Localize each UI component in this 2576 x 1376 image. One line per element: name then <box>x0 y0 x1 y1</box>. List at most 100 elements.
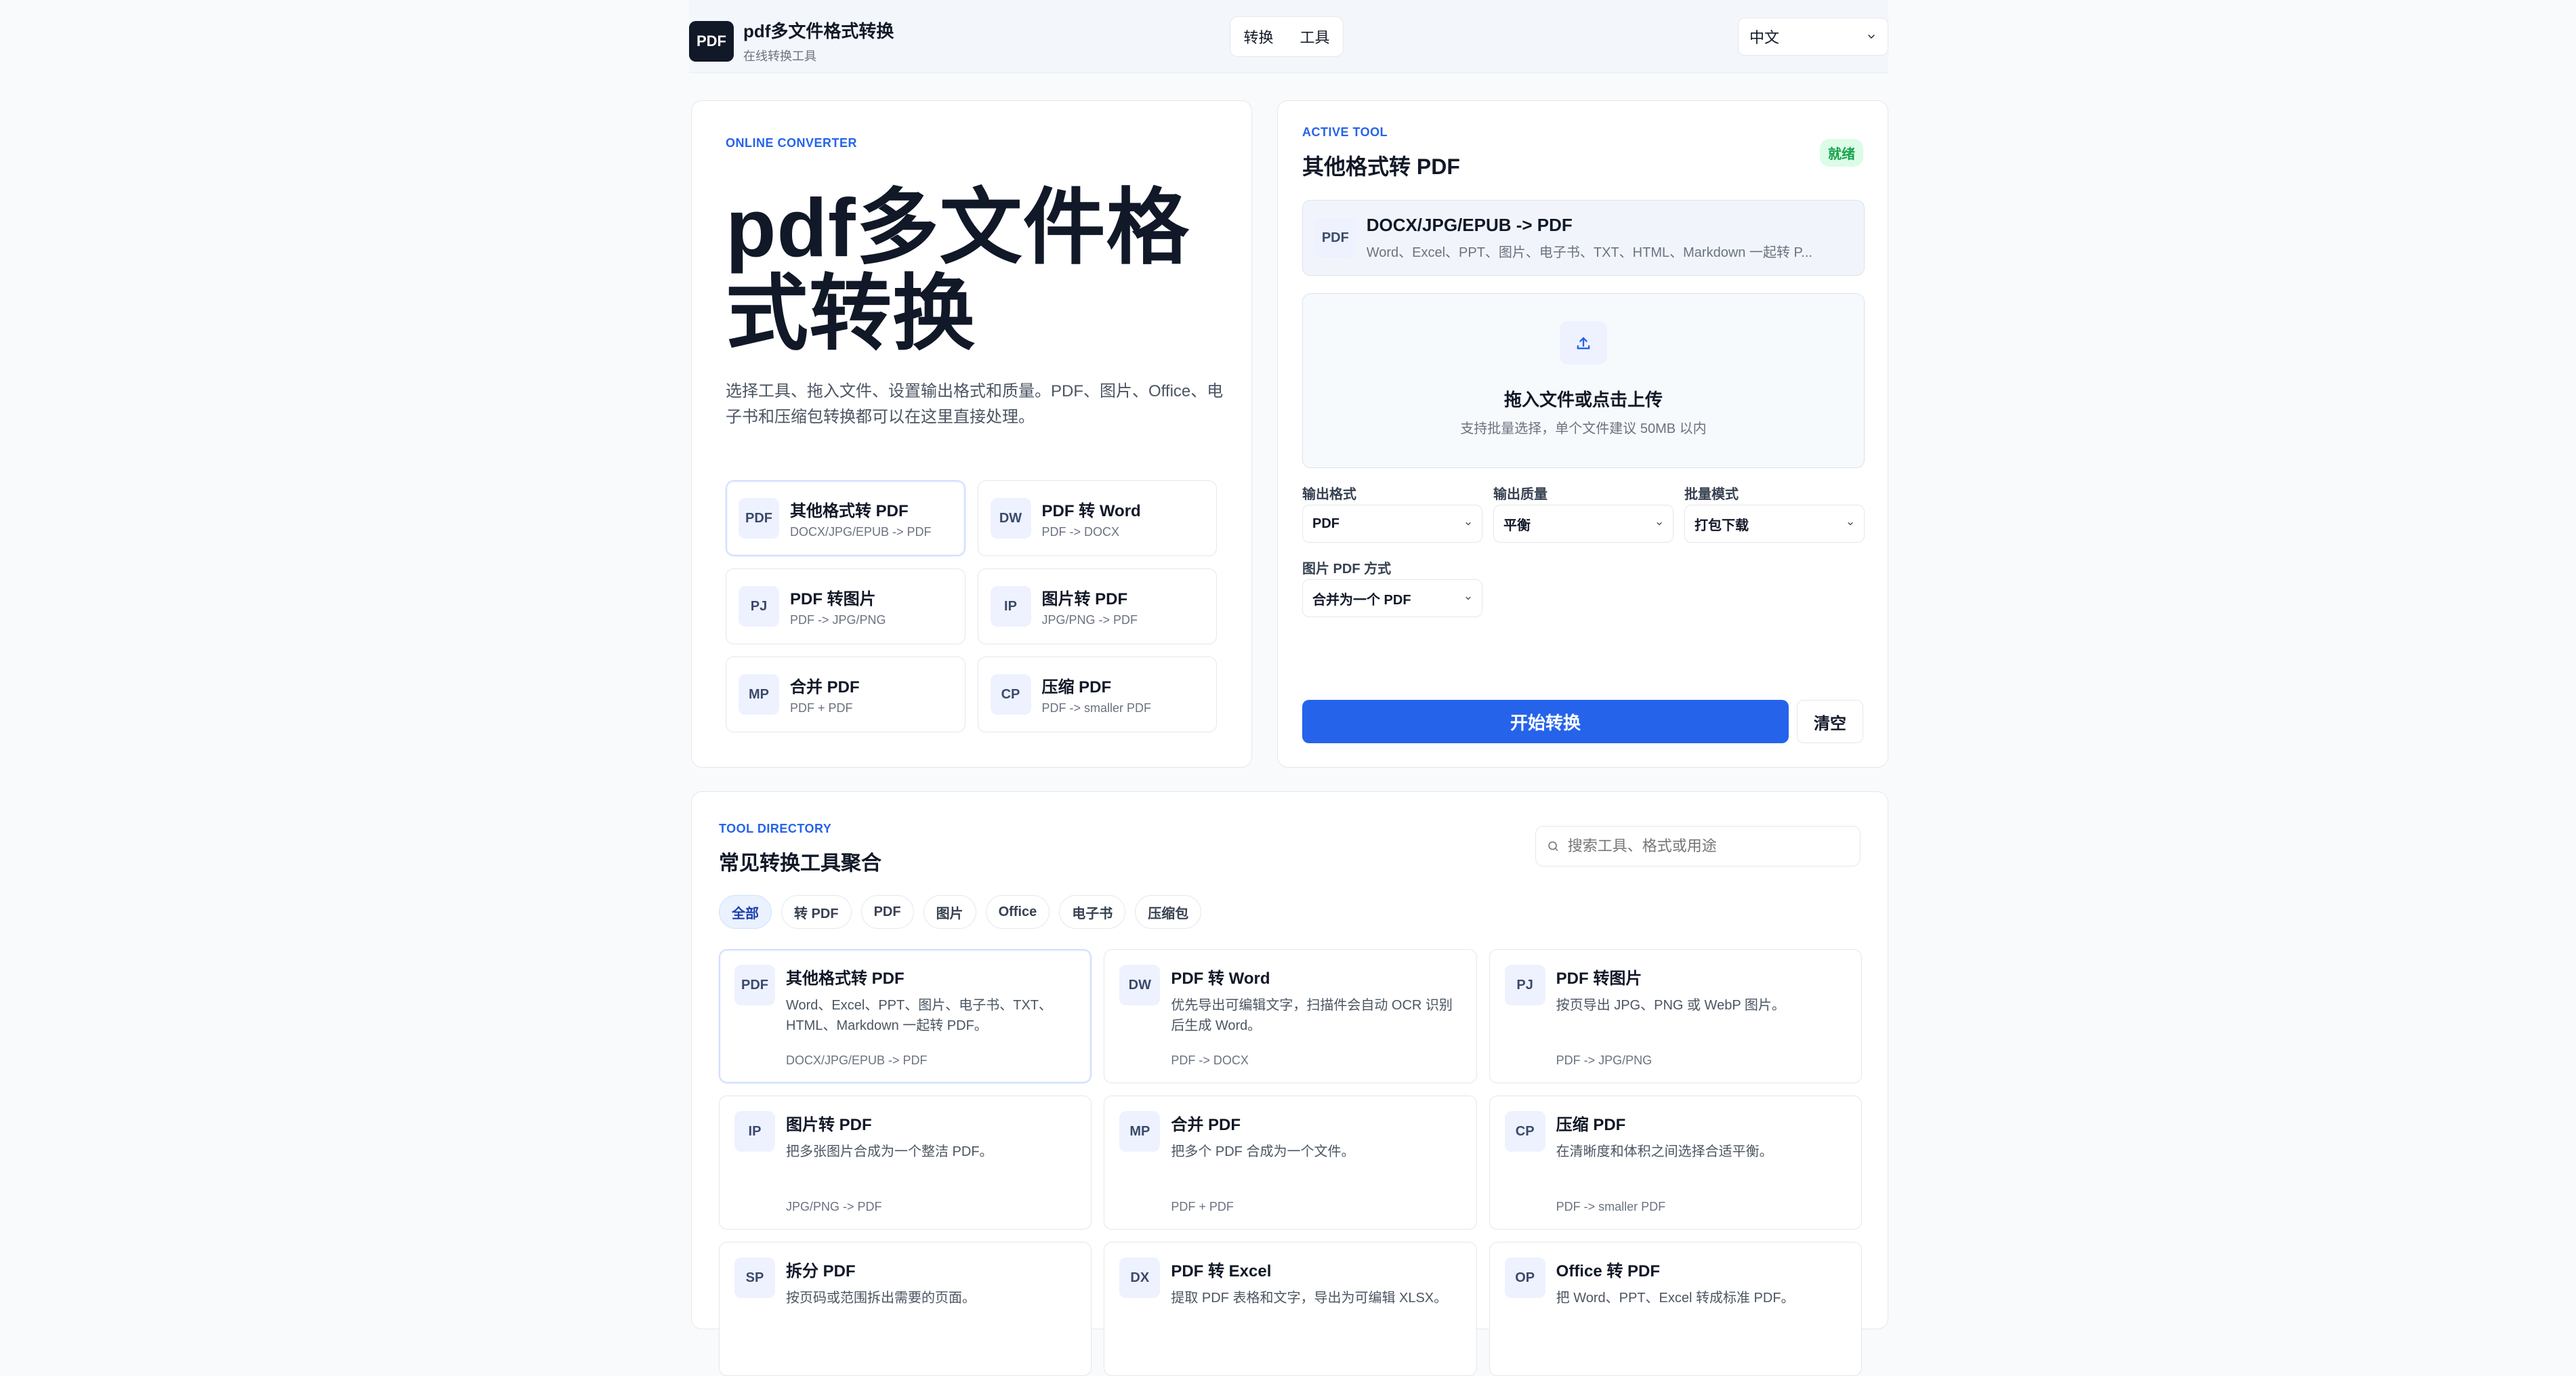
tile-title: PDF 转图片 <box>790 590 876 608</box>
directory-title: 常见转换工具聚合 <box>719 852 881 875</box>
dir-name: 合并 PDF <box>1171 1116 1241 1134</box>
quick-tools-grid: PDF 其他格式转 PDF DOCX/JPG/EPUB -> PDF DW PD… <box>726 480 1217 732</box>
dir-name: 拆分 PDF <box>786 1262 856 1280</box>
dir-desc: 按页码或范围拆出需要的页面。 <box>786 1291 976 1306</box>
office-icon: OP <box>1504 1257 1545 1298</box>
dir-name: 图片转 PDF <box>786 1116 872 1134</box>
hero-title: pdf多文件格式转换 <box>726 182 1190 360</box>
search-icon <box>1548 841 1558 852</box>
chip-to-pdf[interactable]: 转 PDF <box>781 895 852 929</box>
active-overline: ACTIVE TOOL <box>1302 125 1388 139</box>
tool-tile-compress-pdf[interactable]: CP 压缩 PDF PDF -> smaller PDF <box>977 656 1217 732</box>
merge-pdf-icon: MP <box>1119 1111 1161 1152</box>
excel-icon: DX <box>1119 1257 1161 1298</box>
tool-tile-pdf-to-word[interactable]: DW PDF 转 Word PDF -> DOCX <box>977 480 1217 556</box>
brand: PDF pdf多文件格式转换 在线转换工具 <box>689 18 894 64</box>
active-tool-card: ACTIVE TOOL 其他格式转 PDF 就绪 PDF DOCX/JPG/EP… <box>1277 100 1888 768</box>
nav-convert[interactable]: 转换 <box>1235 22 1281 51</box>
chip-office[interactable]: Office <box>985 895 1050 929</box>
select-batch-mode[interactable]: 打包下载 <box>1684 505 1865 543</box>
dir-desc: 在清晰度和体积之间选择合适平衡。 <box>1556 1144 1773 1159</box>
dir-path: PDF -> smaller PDF <box>1556 1200 1666 1213</box>
compress-pdf-icon: CP <box>1504 1111 1545 1152</box>
image-pdf-icon: IP <box>734 1111 775 1152</box>
left-hero-card: ONLINE CONVERTER pdf多文件格式转换 选择工具、拖入文件、设置… <box>691 100 1252 768</box>
tile-sub: PDF -> JPG/PNG <box>790 613 886 627</box>
select-image-pdf-mode[interactable]: 合并为一个 PDF <box>1302 579 1482 617</box>
dir-item-office-to-pdf[interactable]: OP Office 转 PDF 把 Word、PPT、Excel 转成标准 PD… <box>1489 1242 1862 1376</box>
tool-tile-pdf-to-image[interactable]: PJ PDF 转图片 PDF -> JPG/PNG <box>726 568 965 644</box>
chevron-down-icon <box>1657 522 1662 526</box>
select-value: 合并为一个 PDF <box>1312 592 1411 608</box>
label-output-quality: 输出质量 <box>1493 487 1547 502</box>
logo: PDF <box>689 20 734 62</box>
dir-desc: 把 Word、PPT、Excel 转成标准 PDF。 <box>1556 1291 1795 1306</box>
split-pdf-icon: SP <box>734 1257 775 1298</box>
upload-title: 拖入文件或点击上传 <box>1503 390 1663 410</box>
select-output-format[interactable]: PDF <box>1302 505 1482 543</box>
dir-desc: Word、Excel、PPT、图片、电子书、TXT、HTML、Markdown … <box>786 998 1052 1033</box>
tool-tile-other-to-pdf[interactable]: PDF 其他格式转 PDF DOCX/JPG/EPUB -> PDF <box>726 480 965 556</box>
chip-pdf[interactable]: PDF <box>860 895 914 929</box>
dir-item-image-to-pdf[interactable]: IP 图片转 PDF 把多张图片合成为一个整洁 PDF。 JPG/PNG -> … <box>719 1096 1092 1230</box>
dir-item-split-pdf[interactable]: SP 拆分 PDF 按页码或范围拆出需要的页面。 <box>719 1242 1092 1376</box>
clear-button[interactable]: 清空 <box>1797 700 1863 743</box>
dir-item-merge-pdf[interactable]: MP 合并 PDF 把多个 PDF 合成为一个文件。 PDF + PDF <box>1104 1096 1477 1230</box>
status-badge: 就绪 <box>1820 139 1863 167</box>
pdf-image-icon: PJ <box>739 586 779 627</box>
dir-name: PDF 转 Excel <box>1171 1262 1272 1280</box>
chevron-down-icon <box>1466 597 1471 600</box>
tile-sub: JPG/PNG -> PDF <box>1041 613 1138 627</box>
chip-ebook[interactable]: 电子书 <box>1059 895 1126 929</box>
dir-desc: 优先导出可编辑文字，扫描件会自动 OCR 识别后生成 Word。 <box>1171 998 1453 1033</box>
selected-title: DOCX/JPG/EPUB -> PDF <box>1366 215 1573 235</box>
dir-item-pdf-to-excel[interactable]: DX PDF 转 Excel 提取 PDF 表格和文字，导出为可编辑 XLSX。 <box>1104 1242 1477 1376</box>
tile-title: 压缩 PDF <box>1041 678 1112 696</box>
tool-directory-card: TOOL DIRECTORY 常见转换工具聚合 全部 转 PDF PDF 图片 … <box>691 791 1888 1376</box>
hero-description: 选择工具、拖入文件、设置输出格式和质量。PDF、图片、Office、电子书和压缩… <box>726 382 1224 427</box>
dir-path: PDF -> JPG/PNG <box>1556 1054 1653 1067</box>
chip-image[interactable]: 图片 <box>923 895 976 929</box>
upload-dropzone[interactable]: 拖入文件或点击上传 支持批量选择，单个文件建议 50MB 以内 <box>1302 293 1865 468</box>
dir-item-compress-pdf[interactable]: CP 压缩 PDF 在清晰度和体积之间选择合适平衡。 PDF -> smalle… <box>1489 1096 1862 1230</box>
chip-all[interactable]: 全部 <box>719 895 772 929</box>
dir-name: PDF 转 Word <box>1171 970 1270 988</box>
directory-search[interactable] <box>1535 826 1861 867</box>
label-batch-mode: 批量模式 <box>1684 487 1739 502</box>
directory-grid: PDF 其他格式转 PDF Word、Excel、PPT、图片、电子书、TXT、… <box>719 949 1862 1376</box>
pdf-icon: PDF <box>1315 217 1356 258</box>
search-input[interactable] <box>1566 837 1849 856</box>
tile-title: PDF 转 Word <box>1041 502 1141 520</box>
dir-item-pdf-to-image[interactable]: PJ PDF 转图片 按页导出 JPG、PNG 或 WebP 图片。 PDF -… <box>1489 949 1862 1083</box>
select-value: PDF <box>1312 516 1339 531</box>
compress-pdf-icon: CP <box>990 674 1031 715</box>
dir-path: JPG/PNG -> PDF <box>786 1200 882 1213</box>
chevron-down-icon <box>1868 35 1875 39</box>
pdf-image-icon: PJ <box>1504 965 1545 1005</box>
language-value: 中文 <box>1749 29 1780 46</box>
tile-title: 合并 PDF <box>790 678 860 696</box>
directory-overline: TOOL DIRECTORY <box>719 822 832 835</box>
brand-title: pdf多文件格式转换 <box>743 21 894 41</box>
select-output-quality[interactable]: 平衡 <box>1493 505 1674 543</box>
chip-archive[interactable]: 压缩包 <box>1135 895 1202 929</box>
dir-desc: 把多张图片合成为一个整洁 PDF。 <box>786 1144 993 1159</box>
active-tool-title: 其他格式转 PDF <box>1302 154 1460 179</box>
dir-name: 压缩 PDF <box>1556 1116 1626 1134</box>
nav-tools[interactable]: 工具 <box>1291 22 1337 51</box>
start-convert-button[interactable]: 开始转换 <box>1302 700 1789 743</box>
top-nav: 转换 工具 <box>1230 16 1344 57</box>
directory-filter-chips: 全部 转 PDF PDF 图片 Office 电子书 压缩包 <box>719 895 1202 929</box>
dir-desc: 按页导出 JPG、PNG 或 WebP 图片。 <box>1556 998 1785 1013</box>
chevron-down-icon <box>1466 522 1471 526</box>
tile-sub: PDF -> smaller PDF <box>1041 701 1152 715</box>
upload-icon <box>1560 321 1607 364</box>
dir-item-pdf-to-word[interactable]: DW PDF 转 Word 优先导出可编辑文字，扫描件会自动 OCR 识别后生成… <box>1104 949 1477 1083</box>
doc-word-icon: DW <box>990 498 1031 539</box>
tool-tile-image-to-pdf[interactable]: IP 图片转 PDF JPG/PNG -> PDF <box>977 568 1217 644</box>
dir-item-other-to-pdf[interactable]: PDF 其他格式转 PDF Word、Excel、PPT、图片、电子书、TXT、… <box>719 949 1092 1083</box>
language-select[interactable]: 中文 <box>1738 18 1888 56</box>
upload-subtitle: 支持批量选择，单个文件建议 50MB 以内 <box>1460 421 1707 436</box>
tool-tile-merge-pdf[interactable]: MP 合并 PDF PDF + PDF <box>726 656 965 732</box>
image-pdf-icon: IP <box>990 586 1031 627</box>
